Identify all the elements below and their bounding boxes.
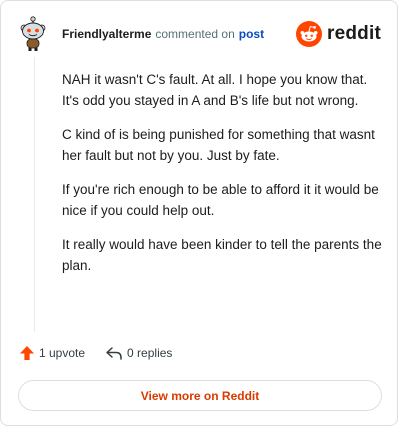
view-more-button[interactable]: View more on Reddit xyxy=(18,380,382,411)
reply-button[interactable]: 0 replies xyxy=(105,345,172,361)
avatar-snoo-icon xyxy=(20,16,46,51)
comment-embed-card: Friendlyalterme commented on post reddit… xyxy=(0,0,398,426)
user-avatar[interactable] xyxy=(19,16,49,52)
comment-header: Friendlyalterme commented on post reddit xyxy=(19,16,381,52)
reddit-logo-icon xyxy=(296,21,323,47)
comment-meta: Friendlyalterme commented on post xyxy=(62,27,264,41)
comment-actions: 1 upvote 0 replies xyxy=(19,345,172,361)
comment-action-text: commented on xyxy=(155,27,235,41)
comment-body: NAH it wasn't C's fault. At all. I hope … xyxy=(62,69,382,289)
comment-author[interactable]: Friendlyalterme xyxy=(62,27,151,41)
comment-paragraph: It really would have been kinder to tell… xyxy=(62,237,382,273)
post-link[interactable]: post xyxy=(239,27,264,41)
reply-count: 0 replies xyxy=(127,346,173,360)
reply-arrow-icon xyxy=(106,347,122,360)
upvote-arrow-icon xyxy=(20,346,34,360)
upvote-button[interactable]: 1 upvote xyxy=(19,345,85,361)
comment-paragraph: If you're rich enough to be able to affo… xyxy=(62,182,379,218)
comment-paragraph: NAH it wasn't C's fault. At all. I hope … xyxy=(62,72,368,108)
reddit-wordmark: reddit xyxy=(327,23,381,44)
upvote-count: 1 upvote xyxy=(39,346,86,360)
comment-paragraph: C kind of is being punished for somethin… xyxy=(62,127,375,163)
reddit-brand[interactable]: reddit xyxy=(296,21,381,47)
thread-line xyxy=(34,57,35,332)
